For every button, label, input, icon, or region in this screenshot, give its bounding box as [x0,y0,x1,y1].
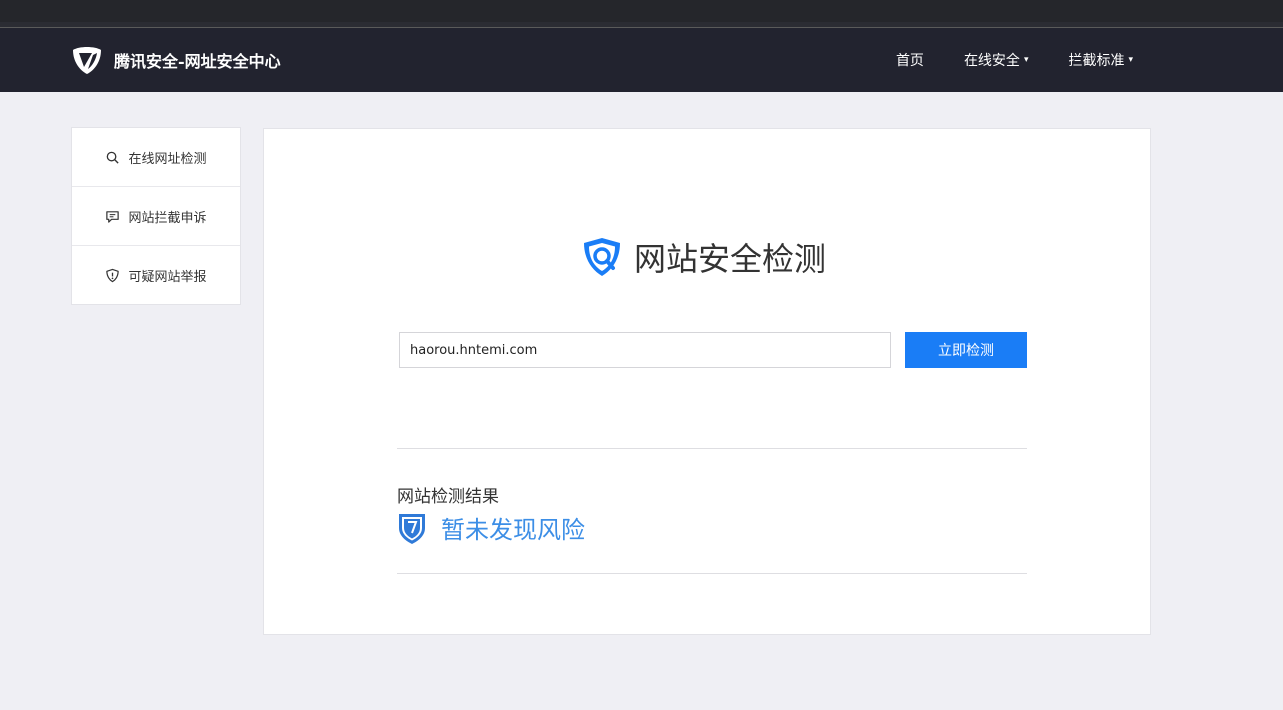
page-title-group: 网站安全检测 [580,234,826,280]
comment-icon [106,210,120,223]
sidebar-item-report[interactable]: 可疑网站举报 [72,246,240,305]
nav-block-standards-label: 拦截标准 [1068,53,1125,69]
url-input[interactable] [399,332,891,368]
browser-top-strip [0,0,1283,28]
nav-home[interactable]: 首页 [896,50,924,70]
caret-down-icon: ▾ [1128,55,1133,65]
main-panel: 网站安全检测 立即检测 网站检测结果 暂未发现风险 [263,128,1151,635]
nav-block-standards[interactable]: 拦截标准 ▾ [1068,50,1133,70]
result-row: 暂未发现风险 [397,510,585,545]
site-header: 腾讯安全-网址安全中心 首页 在线安全 ▾ 拦截标准 ▾ [0,28,1283,92]
sidebar: 在线网址检测 网站拦截申诉 可疑网站举报 [71,127,241,305]
shield-safe-icon [399,513,425,544]
brand[interactable]: 腾讯安全-网址安全中心 [70,42,281,78]
nav-home-label: 首页 [895,53,924,69]
nav-online-security-label: 在线安全 [963,53,1020,69]
shield-alert-icon [106,268,120,283]
search-icon [107,151,120,164]
sidebar-item-label: 在线网址检测 [128,151,207,167]
check-now-button[interactable]: 立即检测 [905,332,1027,368]
shield-search-logo-icon [584,238,620,276]
tencent-security-logo-icon [73,47,101,74]
result-label: 网站检测结果 [397,487,499,507]
divider [397,448,1027,449]
nav-online-security[interactable]: 在线安全 ▾ [964,50,1029,70]
page-title: 网站安全检测 [634,240,827,278]
sidebar-item-label: 网站拦截申诉 [128,210,207,226]
sidebar-item-label: 可疑网站举报 [128,270,207,285]
caret-down-icon: ▾ [1023,55,1029,65]
brand-title: 腾讯安全-网址安全中心 [114,52,281,71]
main-nav: 首页 在线安全 ▾ 拦截标准 ▾ [856,28,1133,92]
browser-top-strip-inner [0,0,1283,22]
result-status: 暂未发现风险 [441,516,585,544]
sidebar-item-block-appeal[interactable]: 网站拦截申诉 [72,187,240,246]
sidebar-item-url-check[interactable]: 在线网址检测 [72,128,240,187]
divider [397,573,1027,574]
